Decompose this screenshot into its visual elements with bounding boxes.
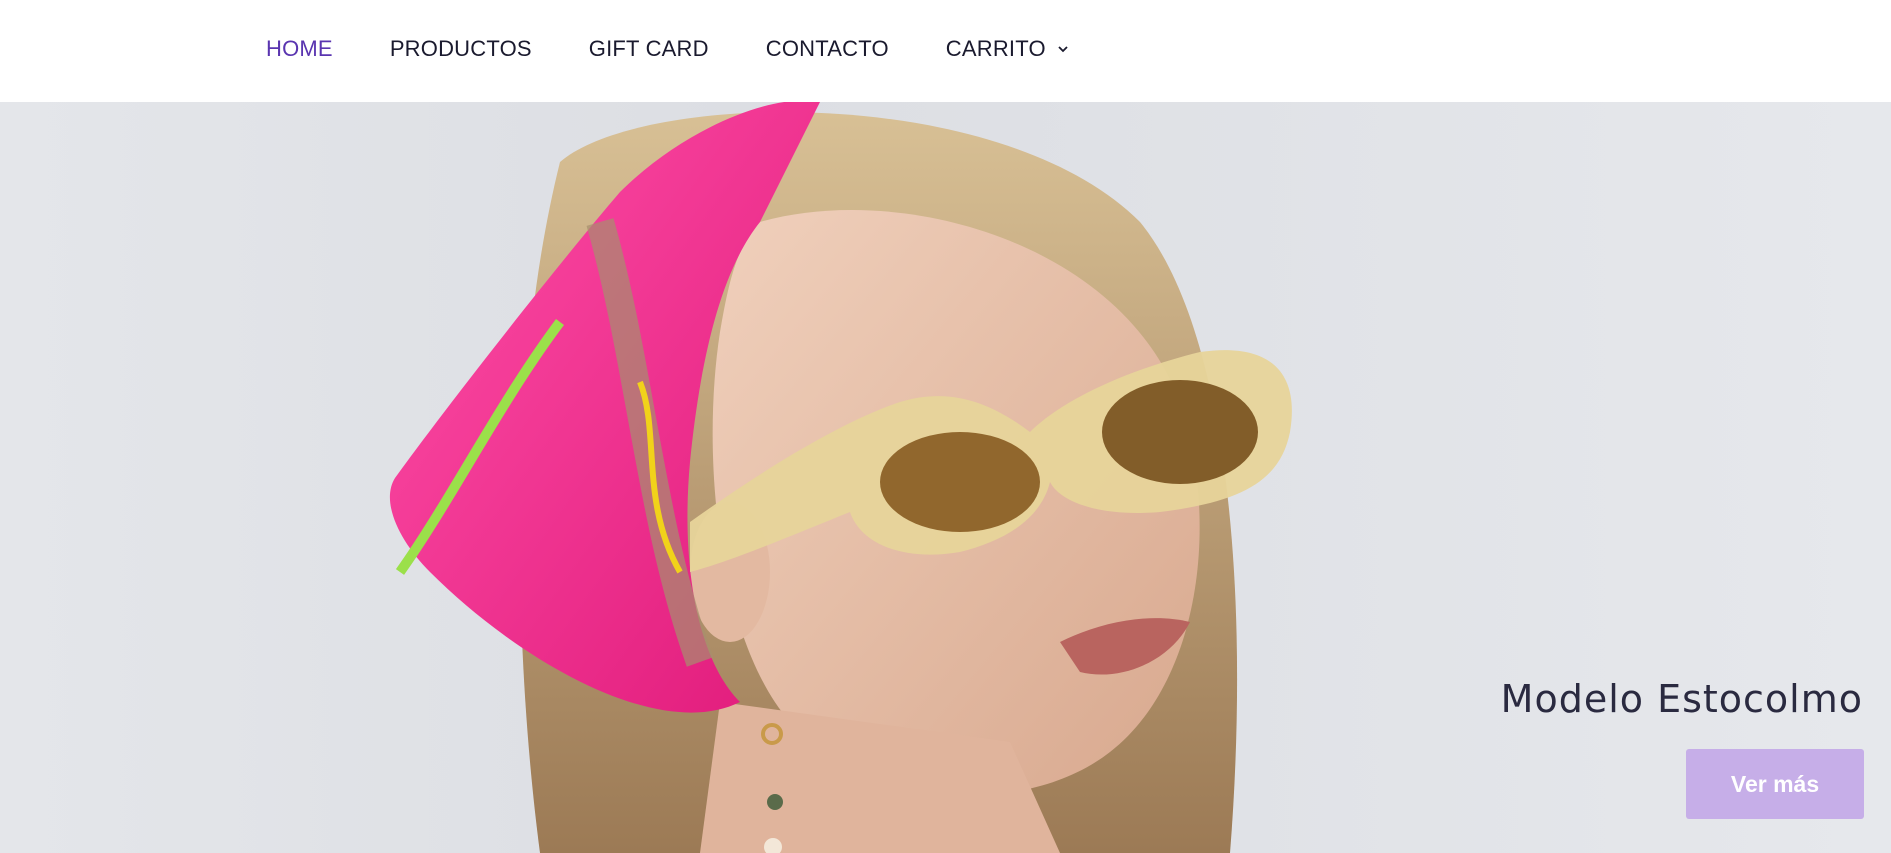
hero-image bbox=[390, 102, 1292, 853]
nav-item-productos[interactable]: PRODUCTOS bbox=[390, 36, 532, 62]
nav-item-gift-card[interactable]: GIFT CARD bbox=[589, 36, 709, 62]
hero-banner: Modelo Estocolmo Ver más bbox=[0, 102, 1891, 853]
chevron-down-icon bbox=[1058, 46, 1068, 53]
main-nav: HOME PRODUCTOS GIFT CARD CONTACTO CARRIT… bbox=[266, 0, 1127, 98]
ver-mas-button[interactable]: Ver más bbox=[1686, 749, 1864, 819]
nav-item-home[interactable]: HOME bbox=[266, 36, 333, 62]
nav-item-contacto[interactable]: CONTACTO bbox=[766, 36, 889, 62]
nav-item-carrito[interactable]: CARRITO bbox=[946, 36, 1070, 62]
hero-title: Modelo Estocolmo bbox=[1500, 677, 1863, 721]
nav-item-carrito-label: CARRITO bbox=[945, 36, 1046, 61]
site-header: HOME PRODUCTOS GIFT CARD CONTACTO CARRIT… bbox=[0, 0, 1891, 102]
